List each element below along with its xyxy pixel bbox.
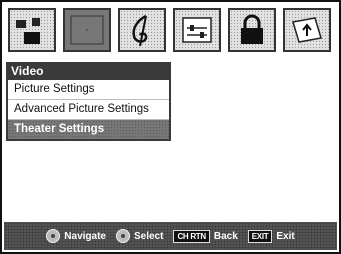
audio-tab[interactable]	[118, 8, 166, 52]
video-tab[interactable]	[63, 8, 111, 52]
exit-label: Exit	[276, 230, 295, 242]
back-label: Back	[213, 230, 238, 242]
exit-hint: EXIT Exit	[247, 229, 295, 243]
button-guide-bar: Navigate Select CH RTN Back EXIT Exit	[4, 222, 337, 250]
back-hint: CH RTN Back	[173, 229, 238, 243]
applications-icon	[292, 17, 322, 43]
select-label: Select	[133, 230, 164, 242]
menu-icon-bar	[6, 6, 335, 58]
video-icon	[70, 15, 104, 45]
navigate-icon	[46, 229, 61, 243]
menu-item-picture-settings[interactable]: Picture Settings	[8, 80, 169, 100]
lock-tab[interactable]	[228, 8, 276, 52]
video-menu: Video Picture Settings Advanced Picture …	[6, 62, 171, 141]
ch-rtn-key-icon: CH RTN	[173, 229, 210, 243]
navigate-hint: Navigate	[46, 229, 106, 243]
menu-items: Picture Settings Advanced Picture Settin…	[6, 80, 171, 141]
setup-icon	[182, 17, 212, 43]
picture-tab[interactable]	[8, 8, 56, 52]
navigate-label: Navigate	[64, 230, 106, 242]
lock-icon	[241, 14, 263, 44]
osd-screen: Video Picture Settings Advanced Picture …	[0, 0, 341, 254]
menu-item-theater-settings[interactable]: Theater Settings	[8, 120, 169, 139]
exit-key-icon: EXIT	[247, 229, 273, 243]
menu-title: Video	[6, 62, 171, 80]
setup-tab[interactable]	[173, 8, 221, 52]
audio-icon	[132, 14, 148, 47]
applications-tab[interactable]	[283, 8, 331, 52]
select-hint: Select	[115, 229, 164, 243]
select-icon	[115, 229, 130, 243]
picture-icon	[16, 18, 40, 44]
menu-item-advanced-picture-settings[interactable]: Advanced Picture Settings	[8, 100, 169, 120]
